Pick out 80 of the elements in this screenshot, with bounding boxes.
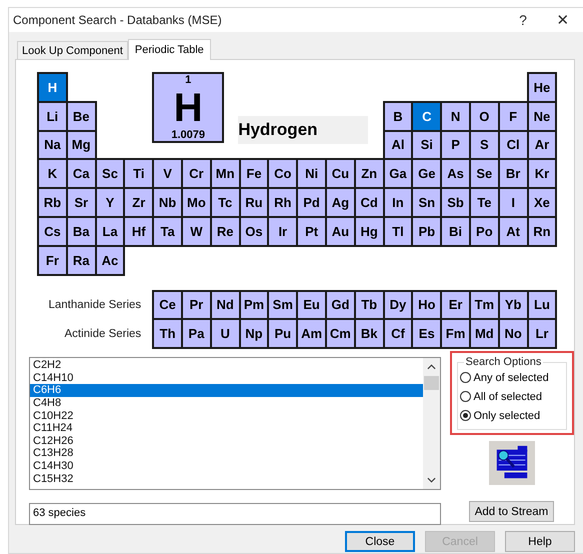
element-button[interactable]: Np xyxy=(238,318,270,350)
element-button[interactable]: B xyxy=(382,100,414,132)
element-button[interactable]: Bk xyxy=(354,318,385,350)
element-button[interactable]: Ne xyxy=(526,100,558,132)
radio-label[interactable]: All of selected xyxy=(474,390,542,403)
scrollbar[interactable] xyxy=(423,358,440,490)
element-button[interactable]: Am xyxy=(296,318,327,350)
radio-button[interactable] xyxy=(460,372,470,384)
element-button[interactable]: Es xyxy=(411,318,442,350)
element-button[interactable]: Md xyxy=(468,318,500,350)
element-button[interactable]: Po xyxy=(468,216,500,247)
element-button[interactable]: Fr xyxy=(37,244,68,276)
element-button[interactable]: Hf xyxy=(123,216,154,247)
list-item[interactable]: C6H6 xyxy=(30,384,423,397)
element-button[interactable]: No xyxy=(498,318,529,350)
element-button[interactable]: Re xyxy=(210,216,241,247)
scroll-down-icon[interactable] xyxy=(427,477,436,484)
element-button[interactable]: N xyxy=(440,100,471,132)
element-button[interactable]: Hg xyxy=(354,216,385,247)
dialog-button[interactable]: Close xyxy=(345,531,415,552)
tab[interactable]: Look Up Component xyxy=(17,41,128,59)
element-button[interactable]: O xyxy=(468,100,500,132)
element-button[interactable]: C xyxy=(411,100,442,132)
element-button[interactable]: W xyxy=(180,216,212,247)
element-button[interactable]: Ta xyxy=(152,216,183,247)
element-button[interactable]: U xyxy=(210,318,241,350)
add-to-stream-button[interactable]: Add to Stream xyxy=(469,501,554,522)
dialog-button[interactable]: Help xyxy=(505,531,575,552)
element-button[interactable]: H xyxy=(37,72,68,103)
element-button[interactable]: Fm xyxy=(440,318,471,350)
tab[interactable]: Periodic Table xyxy=(128,39,211,60)
series-label: Actinide Series xyxy=(64,328,142,340)
element-button[interactable]: F xyxy=(498,100,529,132)
radio-label[interactable]: Only selected xyxy=(474,410,540,422)
element-button[interactable]: Ra xyxy=(66,244,97,276)
scroll-thumb[interactable] xyxy=(424,376,439,390)
element-button[interactable]: Be xyxy=(66,100,97,132)
window-title: Component Search - Databanks (MSE) xyxy=(13,13,223,27)
status-field[interactable]: 63 species xyxy=(29,503,441,526)
element-button[interactable]: Pu xyxy=(267,318,298,350)
element-button[interactable]: Th xyxy=(152,318,183,350)
element-name: Hydrogen xyxy=(238,116,368,144)
element-button[interactable]: Lr xyxy=(526,318,558,350)
close-button[interactable]: ✕ xyxy=(543,11,583,29)
element-button[interactable]: Cm xyxy=(324,318,356,350)
atomic-number: 1 xyxy=(185,74,192,87)
list-item[interactable]: C15H32 xyxy=(30,472,423,486)
list-item[interactable]: C4H8 xyxy=(30,396,423,410)
element-button[interactable]: Bi xyxy=(440,216,471,247)
element-button[interactable]: Pb xyxy=(411,216,442,247)
atomic-weight: 1.0079 xyxy=(171,129,206,141)
species-list[interactable]: C2H2 C14H10 C6H6 C4H8 C10H22 C11H24 C12H26 C13H28 C14H30 C15H32 xyxy=(29,357,441,490)
list-item[interactable]: C14H10 xyxy=(30,372,423,384)
element-button[interactable]: Ir xyxy=(267,216,298,247)
element-symbol: H xyxy=(174,87,203,129)
element-button[interactable]: Au xyxy=(324,216,356,247)
element-button[interactable]: Pa xyxy=(180,318,212,350)
radio-button[interactable] xyxy=(460,391,470,402)
element-button[interactable]: At xyxy=(498,216,529,247)
element-button[interactable]: Lu xyxy=(526,290,558,320)
radio-label[interactable]: Any of selected xyxy=(474,372,549,384)
element-button[interactable]: Cf xyxy=(382,318,414,350)
series-label: Lanthanide Series xyxy=(48,298,142,311)
element-button[interactable]: Kr xyxy=(526,158,558,190)
list-item[interactable]: C14H30 xyxy=(30,460,423,473)
element-button[interactable]: Rn xyxy=(526,216,558,247)
list-item[interactable]: C10H22 xyxy=(30,410,423,422)
list-item[interactable]: C13H28 xyxy=(30,447,423,460)
table-search-button[interactable] xyxy=(488,441,534,486)
element-button[interactable]: Pt xyxy=(296,216,327,247)
radio-button[interactable] xyxy=(460,410,470,422)
scroll-up-icon[interactable] xyxy=(427,364,436,370)
help-button[interactable]: ? xyxy=(503,12,543,28)
element-button[interactable]: Xe xyxy=(526,187,558,218)
list-item[interactable]: C2H2 xyxy=(30,359,423,372)
list-item[interactable]: C11H24 xyxy=(30,422,423,435)
element-button[interactable]: Ac xyxy=(94,244,126,276)
group-title: Search Options xyxy=(464,356,542,368)
element-button[interactable]: He xyxy=(526,72,558,103)
list-item[interactable]: C12H26 xyxy=(30,434,423,448)
